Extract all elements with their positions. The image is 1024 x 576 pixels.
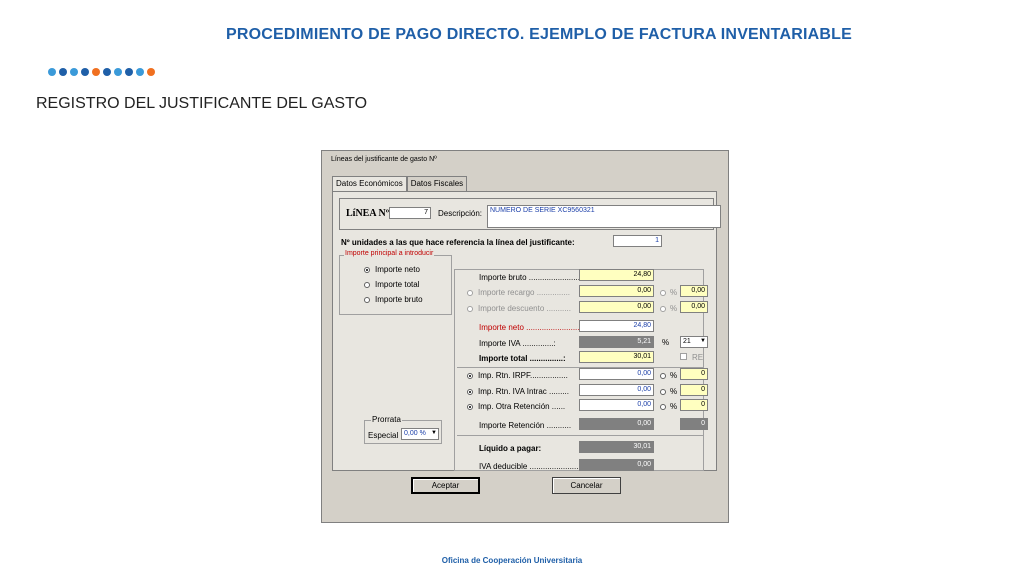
cancel-button[interactable]: Cancelar bbox=[552, 477, 621, 494]
radio-irpf[interactable] bbox=[467, 373, 473, 379]
decorative-dot bbox=[81, 68, 89, 76]
linea-number-field[interactable]: 7 bbox=[389, 207, 431, 219]
dialog-window: Líneas del justificante de gasto Nº Dato… bbox=[321, 150, 729, 523]
radio-label-neto: Importe neto bbox=[375, 265, 420, 274]
irpf-pct-field[interactable]: 0 bbox=[680, 368, 708, 380]
decorative-dot bbox=[125, 68, 133, 76]
retencion-pct-field: 0 bbox=[680, 418, 708, 430]
descripcion-field[interactable]: NUMERO DE SERIE XC9560321 bbox=[487, 205, 721, 228]
importe-retencion-field: 0,00 bbox=[579, 418, 654, 430]
recargo-pct-field[interactable]: 0,00 bbox=[680, 285, 708, 297]
radio-label-total: Importe total bbox=[375, 280, 420, 289]
divider bbox=[457, 435, 703, 436]
footer-text: Oficina de Cooperación Universitaria bbox=[441, 556, 583, 565]
radio-importe-bruto[interactable] bbox=[364, 297, 370, 303]
iva-deducible-field: 0,00 bbox=[579, 459, 654, 471]
re-label: RE bbox=[692, 353, 704, 362]
liquido-label: Líquido a pagar: bbox=[479, 444, 542, 453]
importe-recargo-field[interactable]: 0,00 bbox=[579, 285, 654, 297]
decorative-dot bbox=[70, 68, 78, 76]
radio-irpf-pct[interactable] bbox=[660, 373, 666, 379]
tab-datos-fiscales[interactable]: Datos Fiscales bbox=[406, 176, 468, 192]
slide-subtitle: REGISTRO DEL JUSTIFICANTE DEL GASTO bbox=[36, 95, 368, 112]
descuento-pct-symbol: % bbox=[670, 304, 678, 313]
accept-button[interactable]: Aceptar bbox=[411, 477, 480, 494]
decorative-dot bbox=[48, 68, 56, 76]
importe-descuento-label: Importe descuento ........... bbox=[478, 304, 571, 313]
iva-pct-symbol: % bbox=[662, 338, 670, 347]
radio-recargo-pct[interactable] bbox=[660, 290, 666, 296]
otra-pct-field[interactable]: 0 bbox=[680, 399, 708, 411]
radio-otra-retencion[interactable] bbox=[467, 404, 473, 410]
descripcion-label: Descripción: bbox=[438, 209, 483, 218]
radio-importe-total[interactable] bbox=[364, 282, 370, 288]
irpf-pct-symbol: % bbox=[670, 371, 678, 380]
otra-retencion-label: Imp. Otra Retención ...... bbox=[478, 402, 566, 411]
economic-data-panel: LíNEA Nº 7 Descripción: NUMERO DE SERIE … bbox=[332, 191, 721, 471]
importe-iva-field: 5,21 bbox=[579, 336, 654, 348]
otra-retencion-field[interactable]: 0,00 bbox=[579, 399, 654, 411]
radio-descuento-pct[interactable] bbox=[660, 306, 666, 312]
radio-descuento[interactable] bbox=[467, 306, 473, 312]
importe-descuento-field[interactable]: 0,00 bbox=[579, 301, 654, 313]
iva-intrac-field[interactable]: 0,00 bbox=[579, 384, 654, 396]
radio-recargo[interactable] bbox=[467, 290, 473, 296]
importe-neto-label: Importe neto .......................... bbox=[479, 323, 584, 332]
importe-bruto-label: Importe bruto ......................... bbox=[479, 273, 585, 282]
chevron-down-icon[interactable]: ▼ bbox=[700, 338, 706, 344]
radio-label-bruto: Importe bruto bbox=[375, 295, 423, 304]
iva-intrac-pct-symbol: % bbox=[670, 387, 678, 396]
radio-iva-intrac[interactable] bbox=[467, 389, 473, 395]
liquido-field: 30,01 bbox=[579, 441, 654, 453]
unidades-label: Nº unidades a las que hace referencia la… bbox=[341, 238, 575, 247]
decorative-dot bbox=[59, 68, 67, 76]
decorative-dot bbox=[114, 68, 122, 76]
iva-intrac-label: Imp. Rtn. IVA Intrac ......... bbox=[478, 387, 569, 396]
importe-total-field[interactable]: 30,01 bbox=[579, 351, 654, 363]
otra-pct-symbol: % bbox=[670, 402, 678, 411]
especial-label: Especial bbox=[368, 431, 399, 440]
decorative-dot bbox=[103, 68, 111, 76]
importe-neto-field[interactable]: 24,80 bbox=[579, 320, 654, 332]
decorative-dots bbox=[48, 68, 155, 76]
linea-label: LíNEA Nº bbox=[346, 208, 390, 219]
importe-iva-label: Importe IVA ..............: bbox=[479, 339, 556, 348]
tab-bar: Datos Económicos Datos Fiscales bbox=[332, 176, 468, 192]
prorrata-title: Prorrata bbox=[371, 415, 402, 424]
unidades-field[interactable]: 1 bbox=[613, 235, 662, 247]
radio-importe-neto[interactable] bbox=[364, 267, 370, 273]
importe-bruto-field[interactable]: 24,80 bbox=[579, 269, 654, 281]
irpf-field[interactable]: 0,00 bbox=[579, 368, 654, 380]
irpf-label: Imp. Rtn. IRPF................. bbox=[478, 371, 568, 380]
slide-title: PROCEDIMIENTO DE PAGO DIRECTO. EJEMPLO D… bbox=[226, 26, 852, 43]
importe-principal-group: Importe principal a introducir Importe n… bbox=[339, 250, 452, 315]
importe-recargo-label: Importe recargo ............... bbox=[478, 288, 571, 297]
prorrata-group: Prorrata Especial 0,00 % ▼ bbox=[364, 415, 442, 444]
radio-otra-pct[interactable] bbox=[660, 404, 666, 410]
tab-datos-economicos[interactable]: Datos Económicos bbox=[332, 176, 407, 192]
linea-box: LíNEA Nº 7 Descripción: NUMERO DE SERIE … bbox=[339, 198, 721, 230]
window-title: Líneas del justificante de gasto Nº bbox=[331, 156, 437, 163]
importe-total-label: Importe total ...............: bbox=[479, 354, 566, 363]
chevron-down-icon[interactable]: ▼ bbox=[431, 430, 437, 436]
recargo-pct-symbol: % bbox=[670, 288, 678, 297]
re-checkbox[interactable] bbox=[680, 353, 687, 360]
decorative-dot bbox=[147, 68, 155, 76]
radio-iva-intrac-pct[interactable] bbox=[660, 389, 666, 395]
iva-intrac-pct-field[interactable]: 0 bbox=[680, 384, 708, 396]
decorative-dot bbox=[136, 68, 144, 76]
decorative-dot bbox=[92, 68, 100, 76]
descuento-pct-field[interactable]: 0,00 bbox=[680, 301, 708, 313]
importe-retencion-label: Importe Retención ........... bbox=[479, 421, 572, 430]
importe-group-title: Importe principal a introducir bbox=[344, 250, 435, 257]
iva-deducible-label: IVA deducible .......................... bbox=[479, 462, 588, 471]
